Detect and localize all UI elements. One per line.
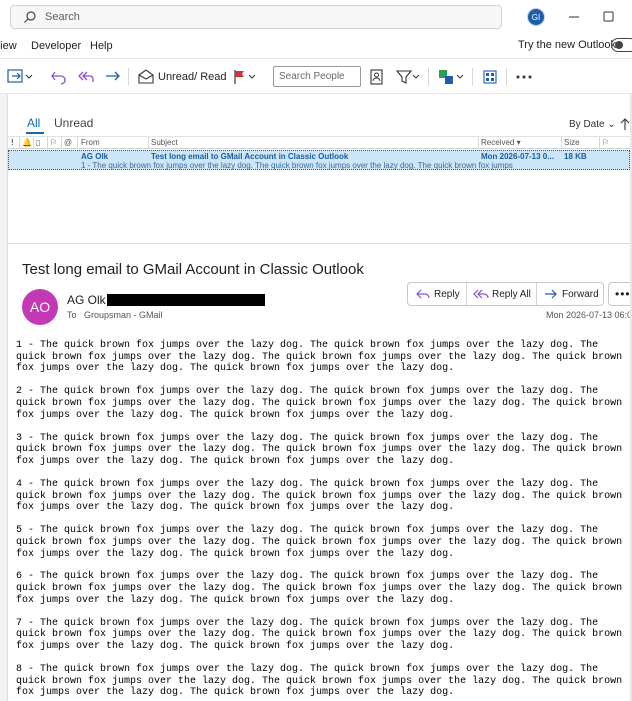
recipient[interactable]: Groupsman - GMail [84, 310, 163, 320]
tab-unread[interactable]: Unread [54, 116, 93, 130]
try-new-outlook-toggle[interactable] [611, 38, 632, 52]
reminder-column-icon[interactable]: 🔔 [22, 138, 32, 147]
attachment-column-icon[interactable]: @ [64, 138, 72, 147]
folder-pane-edge [0, 94, 8, 701]
move-button[interactable] [7, 67, 33, 87]
reply-actions: Reply Reply All Forward [407, 282, 604, 306]
column-size[interactable]: Size [564, 138, 580, 147]
search-placeholder: Search [45, 11, 80, 23]
body-paragraph: 2 - The quick brown fox jumps over the l… [16, 386, 623, 421]
column-received[interactable]: Received ▾ [481, 138, 521, 147]
body-paragraph: 8 - The quick brown fox jumps over the l… [16, 664, 623, 699]
column-header: ! 🔔 ▯ ⚐ @ From Subject Received ▾ Size ⚐ [8, 136, 632, 149]
more-ribbon-button[interactable] [514, 67, 534, 87]
address-book-button[interactable] [369, 67, 385, 87]
move-to-folder-icon [7, 69, 33, 83]
search-people-input[interactable]: Search People [273, 66, 361, 87]
undo-button[interactable] [50, 67, 68, 87]
message-from: AG Olk [81, 152, 109, 161]
filter-icon [395, 70, 420, 84]
title-bar: Search GI [0, 0, 632, 34]
search-people-placeholder: Search People [279, 71, 345, 82]
unread-read-label[interactable]: Unread/ Read [158, 71, 227, 83]
search-icon [24, 11, 36, 23]
body-paragraph: 7 - The quick brown fox jumps over the l… [16, 617, 623, 653]
try-new-outlook-label: Try the new Outlook [518, 39, 617, 51]
flag-status-column-icon[interactable]: ⚐ [50, 138, 57, 147]
sort-by-date[interactable]: By Date ⌄ [569, 119, 616, 130]
address-book-icon [370, 69, 383, 85]
body-paragraph: 6 - The quick brown fox jumps over the l… [16, 571, 623, 606]
icon-column-icon[interactable]: ▯ [36, 138, 40, 147]
body-paragraph: 5 - The quick brown fox jumps over the l… [16, 525, 623, 560]
sender-avatar[interactable]: AO [22, 289, 58, 325]
more-icon [516, 75, 532, 79]
menu-view[interactable]: View [0, 40, 17, 52]
column-from[interactable]: From [81, 138, 100, 147]
more-actions-icon: ••• [615, 287, 631, 301]
reply-icon [416, 289, 430, 299]
forward-icon [106, 71, 120, 81]
reply-all-button[interactable]: Reply All [467, 283, 536, 305]
ribbon: Unread/ Read Search People [0, 58, 632, 94]
column-flag-icon[interactable]: ⚐ [602, 138, 609, 147]
filter-button[interactable] [395, 67, 421, 87]
forward-ribbon-button[interactable] [104, 67, 122, 87]
search-box[interactable]: Search [10, 5, 502, 29]
apps-grid-icon [483, 70, 497, 84]
reply-all-icon [473, 289, 489, 299]
flag-icon [234, 70, 256, 84]
translate-button[interactable] [437, 67, 465, 87]
forward-button[interactable]: Forward [537, 283, 605, 305]
reply-button[interactable]: Reply [408, 283, 466, 305]
message-received: Mon 2026-07-13 0... [481, 152, 554, 161]
flag-button[interactable] [232, 67, 258, 87]
redacted-email-address [107, 294, 265, 306]
message-size: 18 KB [564, 152, 587, 161]
message-preview: 1 - The quick brown fox jumps over the l… [81, 161, 513, 170]
tab-all-underline [26, 132, 44, 134]
body-paragraph: 3 - The quick brown fox jumps over the l… [16, 432, 623, 467]
message-row[interactable]: AG Olk Test long email to GMail Account … [8, 150, 630, 170]
email-subject: Test long email to GMail Account in Clas… [22, 261, 364, 278]
column-subject[interactable]: Subject [151, 138, 178, 147]
envelope-open-icon [138, 69, 154, 84]
body-paragraph: 4 - The quick brown fox jumps over the l… [16, 478, 623, 514]
forward-icon [545, 289, 557, 299]
message-subject: Test long email to GMail Account in Clas… [151, 152, 349, 161]
sent-date: Mon 2026-07-13 06:09 [546, 310, 632, 320]
sort-direction-icon[interactable] [620, 117, 630, 131]
menu-help[interactable]: Help [90, 40, 113, 52]
user-avatar[interactable]: GI [527, 8, 545, 26]
unread-read-button[interactable] [137, 67, 155, 87]
minimize-icon[interactable] [566, 9, 582, 25]
more-actions-button[interactable]: ••• [608, 282, 632, 306]
reply-all-icon [78, 71, 94, 82]
undo-icon [51, 71, 66, 85]
reply-all-ribbon-button[interactable] [77, 67, 95, 87]
menu-developer[interactable]: Developer [31, 40, 81, 52]
sender-name[interactable]: AG Olk [67, 293, 106, 307]
to-label: To [67, 310, 77, 320]
tab-all[interactable]: All [27, 116, 40, 130]
maximize-icon[interactable] [601, 9, 617, 25]
apps-button[interactable] [482, 67, 498, 87]
body-paragraph: 1 - The quick brown fox jumps over the l… [16, 340, 623, 375]
menu-bar: View Developer Help Try the new Outlook [0, 34, 632, 58]
list-tabs: All Unread By Date ⌄ [8, 110, 632, 134]
list-divider [8, 243, 632, 244]
translate-icon [439, 70, 464, 84]
importance-column-icon[interactable]: ! [11, 138, 14, 147]
email-body: 1 - The quick brown fox jumps over the l… [16, 340, 628, 701]
